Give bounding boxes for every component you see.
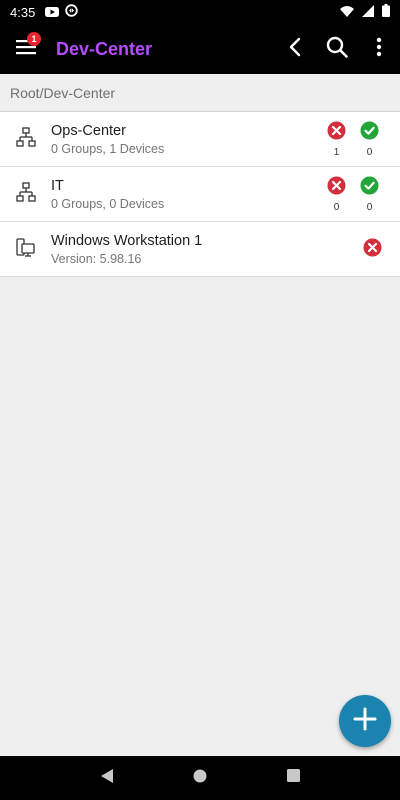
menu-button[interactable]: 1 <box>0 24 52 74</box>
item-status <box>363 238 382 262</box>
item-title: IT <box>51 177 64 194</box>
item-title: Windows Workstation 1 <box>51 232 203 249</box>
notification-badge: 1 <box>27 32 41 46</box>
error-status-icon <box>327 121 346 145</box>
more-options-button[interactable] <box>358 24 400 74</box>
device-list: Ops-Center 0 Groups, 1 Devices 1 0 IT 0 … <box>0 112 400 277</box>
page-title: Dev-Center <box>56 38 153 59</box>
list-item-it[interactable]: IT 0 Groups, 0 Devices 0 0 <box>0 167 400 222</box>
ok-count: 0 <box>366 202 373 213</box>
signal-icon <box>362 4 374 20</box>
battery-icon <box>382 4 390 20</box>
error-status-icon <box>363 238 382 262</box>
ok-count: 0 <box>366 147 373 158</box>
list-item-windows-workstation[interactable]: Windows Workstation 1 Version: 5.98.16 <box>0 222 400 277</box>
system-nav-bar <box>0 756 400 800</box>
app-bar: 1 Dev-Center <box>0 24 400 74</box>
more-vertical-icon <box>376 37 382 62</box>
item-title: Ops-Center <box>51 122 126 139</box>
network-tree-icon <box>15 181 36 207</box>
nav-recents-button[interactable] <box>287 769 301 787</box>
list-item-ops-center[interactable]: Ops-Center 0 Groups, 1 Devices 1 0 <box>0 112 400 167</box>
plus-icon <box>353 707 377 736</box>
chevron-left-icon <box>288 37 302 62</box>
ok-status-icon <box>360 176 379 200</box>
error-count: 1 <box>333 147 340 158</box>
item-subtitle: Version: 5.98.16 <box>51 251 142 266</box>
add-button[interactable] <box>339 695 391 747</box>
item-status: 0 0 <box>326 176 380 213</box>
back-button[interactable] <box>274 24 316 74</box>
workstation-icon <box>15 237 36 262</box>
nav-back-button[interactable] <box>100 768 114 789</box>
item-subtitle: 0 Groups, 1 Devices <box>51 141 165 156</box>
error-status-icon <box>327 176 346 200</box>
item-status: 1 0 <box>326 121 380 158</box>
network-tree-icon <box>15 126 36 152</box>
error-count: 0 <box>333 202 340 213</box>
breadcrumb: Root/Dev-Center <box>0 74 400 112</box>
nav-home-button[interactable] <box>193 769 207 788</box>
sync-icon <box>65 4 79 20</box>
ok-status-icon <box>360 121 379 145</box>
search-button[interactable] <box>316 24 358 74</box>
search-icon <box>326 36 348 63</box>
wifi-icon <box>340 5 354 20</box>
youtube-icon <box>45 5 60 20</box>
status-bar: 4:35 <box>0 0 400 24</box>
item-subtitle: 0 Groups, 0 Devices <box>51 196 165 211</box>
status-time: 4:35 <box>10 4 36 20</box>
